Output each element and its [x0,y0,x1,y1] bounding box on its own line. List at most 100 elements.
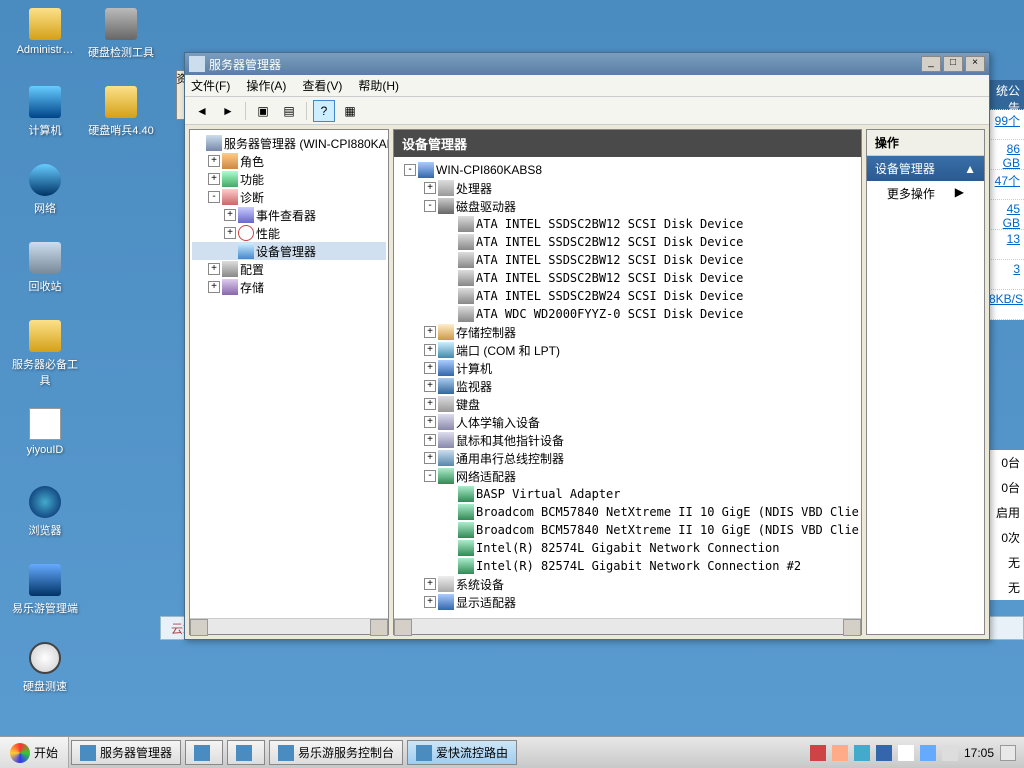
server-tree[interactable]: 服务器管理器 (WIN-CPI880KABS+角色+功能-诊断+事件查看器+性能… [190,130,388,618]
desktop-icon[interactable]: 计算机 [10,86,80,138]
expander-icon[interactable]: - [424,470,436,482]
tree-node[interactable]: +性能 [192,224,386,242]
taskbar-item[interactable] [185,740,223,765]
device-node[interactable]: +显示适配器 [396,593,859,611]
taskbar-item[interactable]: 服务器管理器 [71,740,181,765]
expander-icon[interactable]: + [424,398,436,410]
desktop-icon[interactable]: Administr… [10,8,80,56]
desktop-icon[interactable]: 硬盘检测工具 [86,8,156,60]
device-node[interactable]: +监视器 [396,377,859,395]
expander-icon[interactable]: - [208,191,220,203]
tray-icon[interactable] [832,745,848,761]
device-node[interactable]: ATA INTEL SSDSC2BW12 SCSI Disk Device [396,269,859,287]
more-actions-item[interactable]: 更多操作 ▶ [867,181,984,206]
desktop-icon[interactable]: 硬盘哨兵4.40 [86,86,156,138]
device-node[interactable]: ATA INTEL SSDSC2BW12 SCSI Disk Device [396,215,859,233]
expander-icon[interactable]: + [424,380,436,392]
network-tray-icon[interactable] [920,745,936,761]
desktop-icon[interactable]: 浏览器 [10,486,80,538]
taskbar-item[interactable] [227,740,265,765]
tray-icon[interactable] [876,745,892,761]
properties-button[interactable]: ▤ [278,100,300,122]
tree-node[interactable]: +角色 [192,152,386,170]
scrollbar-horizontal[interactable] [394,618,861,634]
expander-icon[interactable]: + [224,209,236,221]
show-desktop-button[interactable] [1000,745,1016,761]
flag-icon[interactable] [898,745,914,761]
volume-icon[interactable] [942,745,958,761]
back-button[interactable]: ◄ [191,100,213,122]
device-node[interactable]: +系统设备 [396,575,859,593]
menu-item[interactable]: 帮助(H) [358,77,399,94]
expander-icon[interactable]: + [208,263,220,275]
expander-icon[interactable]: + [224,227,236,239]
system-tray[interactable]: 17:05 [802,737,1024,768]
device-node[interactable]: Broadcom BCM57840 NetXtreme II 10 GigE (… [396,503,859,521]
expander-icon[interactable]: - [424,200,436,212]
expander-icon[interactable]: + [424,596,436,608]
expander-icon[interactable]: + [208,173,220,185]
device-node[interactable]: +通用串行总线控制器 [396,449,859,467]
expander-icon[interactable]: + [424,326,436,338]
device-node[interactable]: +人体学输入设备 [396,413,859,431]
expander-icon[interactable]: + [424,182,436,194]
desktop-icon[interactable]: 服务器必备工具 [10,320,80,388]
maximize-button[interactable]: □ [943,56,963,72]
expander-icon[interactable]: + [424,434,436,446]
expander-icon[interactable]: + [424,362,436,374]
desktop-icon[interactable]: 回收站 [10,242,80,294]
menu-item[interactable]: 操作(A) [246,77,286,94]
refresh-button[interactable]: ▦ [339,100,361,122]
desktop-icon[interactable]: 硬盘测速 [10,642,80,694]
device-node[interactable]: +处理器 [396,179,859,197]
tree-node[interactable]: +配置 [192,260,386,278]
forward-button[interactable]: ► [217,100,239,122]
device-node[interactable]: -WIN-CPI860KABS8 [396,161,859,179]
desktop-icon[interactable]: 网络 [10,164,80,216]
desktop-icon[interactable]: yiyouID [10,408,80,456]
device-tree[interactable]: -WIN-CPI860KABS8+处理器-磁盘驱动器ATA INTEL SSDS… [394,157,861,618]
taskbar-item[interactable]: 爱快流控路由 [407,740,517,765]
tree-node[interactable]: -诊断 [192,188,386,206]
device-node[interactable]: Intel(R) 82574L Gigabit Network Connecti… [396,539,859,557]
help-button[interactable]: ? [313,100,335,122]
scrollbar-horizontal[interactable] [190,618,388,634]
tray-icon[interactable] [854,745,870,761]
menu-item[interactable]: 查看(V) [302,77,342,94]
device-node[interactable]: -磁盘驱动器 [396,197,859,215]
tree-node[interactable]: 设备管理器 [192,242,386,260]
device-node[interactable]: Intel(R) 82574L Gigabit Network Connecti… [396,557,859,575]
menu-item[interactable]: 文件(F) [191,77,230,94]
tree-node-root[interactable]: 服务器管理器 (WIN-CPI880KABS [192,134,386,152]
device-node[interactable]: +端口 (COM 和 LPT) [396,341,859,359]
device-node[interactable]: ATA WDC WD2000FYYZ-0 SCSI Disk Device [396,305,859,323]
close-button[interactable]: × [965,56,985,72]
expander-icon[interactable]: + [424,578,436,590]
collapse-icon[interactable]: ▲ [964,162,976,176]
device-node[interactable]: ATA INTEL SSDSC2BW24 SCSI Disk Device [396,287,859,305]
device-node[interactable]: Broadcom BCM57840 NetXtreme II 10 GigE (… [396,521,859,539]
device-node[interactable]: +计算机 [396,359,859,377]
show-hide-button[interactable]: ▣ [252,100,274,122]
expander-icon[interactable]: + [208,155,220,167]
expander-icon[interactable]: + [424,452,436,464]
device-node[interactable]: +键盘 [396,395,859,413]
device-node[interactable]: BASP Virtual Adapter [396,485,859,503]
titlebar[interactable]: 服务器管理器 _ □ × [185,53,989,75]
taskbar-item[interactable]: 易乐游服务控制台 [269,740,403,765]
start-button[interactable]: 开始 [0,737,69,768]
tray-icon[interactable] [810,745,826,761]
tree-node[interactable]: +功能 [192,170,386,188]
device-node[interactable]: ATA INTEL SSDSC2BW12 SCSI Disk Device [396,233,859,251]
expander-icon[interactable]: + [424,344,436,356]
expander-icon[interactable]: - [404,164,416,176]
minimize-button[interactable]: _ [921,56,941,72]
tree-node[interactable]: +存储 [192,278,386,296]
device-node[interactable]: -网络适配器 [396,467,859,485]
expander-icon[interactable]: + [424,416,436,428]
device-node[interactable]: ATA INTEL SSDSC2BW12 SCSI Disk Device [396,251,859,269]
device-node[interactable]: +鼠标和其他指针设备 [396,431,859,449]
clock[interactable]: 17:05 [964,746,994,760]
desktop-icon[interactable]: 易乐游管理端 [10,564,80,616]
tree-node[interactable]: +事件查看器 [192,206,386,224]
